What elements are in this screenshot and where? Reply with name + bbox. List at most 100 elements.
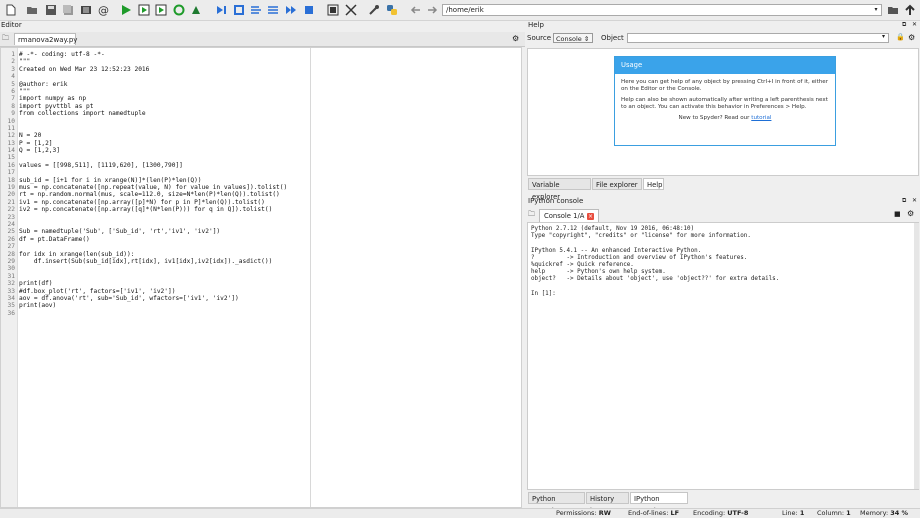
line-number: 1 [11, 51, 15, 58]
code-line[interactable]: 23 [1, 214, 521, 221]
chevron-down-icon[interactable]: ▾ [872, 5, 880, 15]
code-line[interactable]: 14 Q = [1,2,3] [1, 147, 521, 154]
code-line[interactable]: 7 import numpy as np [1, 95, 521, 102]
code-line[interactable]: 36 [1, 310, 521, 317]
step-into-icon[interactable] [233, 4, 245, 16]
code-line[interactable]: 6 """ [1, 88, 521, 95]
save-icon[interactable] [45, 4, 57, 16]
step-icon[interactable] [215, 4, 227, 16]
step-return-icon[interactable] [250, 4, 262, 16]
lock-icon[interactable]: 🔒 [896, 33, 905, 41]
code-line[interactable]: 31 [1, 273, 521, 280]
working-directory-value: /home/erik [446, 6, 484, 14]
back-icon[interactable] [410, 4, 422, 16]
fullscreen-icon[interactable] [345, 4, 357, 16]
line-number: 15 [7, 154, 15, 162]
usage-title: Usage [615, 57, 835, 74]
code-line[interactable]: 18 sub_id = [i+1 for i in xrange(N)]*(len… [1, 177, 521, 184]
code-line[interactable]: 35 print(aov) [1, 302, 521, 309]
code-lines[interactable]: 1 # -*- coding: utf-8 -*- 2 """ 3 Created on … [1, 51, 521, 317]
close-console-icon[interactable]: × [587, 213, 594, 220]
code-line[interactable]: 25 Sub = namedtuple('Sub', ['Sub_id', 'rt… [1, 228, 521, 235]
code-line[interactable]: 16 values = [[998,511], [1119,620], [1300… [1, 162, 521, 169]
gear-icon[interactable]: ⚙ [908, 33, 915, 42]
browse-folder-icon[interactable] [887, 4, 899, 16]
code-line[interactable]: 4 [1, 73, 521, 80]
run-cell-icon[interactable] [155, 4, 167, 16]
open-folder-icon[interactable] [26, 4, 38, 16]
tab-console-1a[interactable]: Console 1/A × [539, 209, 599, 222]
line-number: 24 [7, 220, 15, 228]
code-line[interactable]: 20 rt = np.random.normal(mus, scale=112.0… [1, 191, 521, 198]
run-icon[interactable] [120, 4, 132, 16]
undock-icon[interactable]: ⧉ [902, 197, 906, 205]
tab-rmanova2way[interactable]: rmanova2way.py [14, 33, 77, 45]
stop-console-icon[interactable]: ■ [894, 210, 901, 218]
help-sourcebar: Source Console ⇕ Object ▾ 🔒 ⚙ [527, 31, 920, 47]
code-line[interactable]: 15 [1, 154, 521, 161]
wrench-icon[interactable] [368, 4, 380, 16]
at-icon[interactable]: @ [97, 4, 109, 16]
code-line[interactable]: 11 [1, 125, 521, 132]
tab-help[interactable]: Help [643, 178, 664, 190]
code-line[interactable]: 17 [1, 169, 521, 176]
list-icon[interactable] [80, 4, 92, 16]
tab-history-log[interactable]: History log [586, 492, 629, 515]
tab-variable-explorer[interactable]: Variable explorer [528, 178, 591, 201]
code-line[interactable]: 10 [1, 118, 521, 125]
code-line[interactable]: 22 iv2 = np.concatenate([np.array([q]*(N*… [1, 206, 521, 213]
rerun-icon[interactable] [173, 4, 185, 16]
code-line[interactable]: 32 print(df) [1, 280, 521, 287]
python-icon[interactable] [386, 4, 398, 16]
tutorial-link[interactable]: tutorial [751, 115, 771, 121]
fast-forward-icon[interactable] [285, 4, 297, 16]
forward-icon[interactable] [426, 4, 438, 16]
new-file-icon[interactable] [5, 4, 17, 16]
console-scrollbar[interactable] [914, 223, 919, 489]
close-icon[interactable]: ✕ [912, 197, 917, 204]
browse-tabs-icon[interactable]: 🗀 [528, 210, 535, 221]
code-line[interactable]: 33 #df.box_plot('rt', factors=['iv1', 'iv… [1, 288, 521, 295]
code-line[interactable]: 3 Created on Wed Mar 23 12:52:23 2016 [1, 66, 521, 73]
code-line[interactable]: 24 [1, 221, 521, 228]
up-arrow-icon[interactable] [904, 4, 916, 16]
run-file-icon[interactable] [138, 4, 150, 16]
line-text: """ [19, 87, 31, 95]
tab-ipython-console[interactable]: IPython console [630, 492, 688, 515]
close-icon[interactable]: ✕ [912, 21, 917, 28]
debug-icon[interactable] [190, 4, 202, 16]
code-line[interactable]: 30 [1, 265, 521, 272]
gear-icon[interactable]: ⚙ [907, 209, 914, 218]
code-line[interactable]: 12 N = 20 [1, 132, 521, 139]
code-line[interactable]: 28 for idx in xrange(len(sub_id)): [1, 251, 521, 258]
line-text: for idx in xrange(len(sub_id)): [19, 250, 135, 258]
code-line[interactable]: 9 from collections import namedtuple [1, 110, 521, 117]
console-line: %quickref -> Quick reference. [531, 261, 634, 268]
stop-icon[interactable] [303, 4, 315, 16]
code-line[interactable]: 34 aov = df.anova('rt', sub='Sub_id', wfa… [1, 295, 521, 302]
object-input[interactable] [627, 33, 889, 43]
save-all-icon[interactable] [62, 4, 74, 16]
gear-icon[interactable]: ⚙ [512, 34, 519, 43]
undock-icon[interactable]: ⧉ [902, 21, 906, 29]
code-line[interactable]: 13 P = [1,2] [1, 140, 521, 147]
source-select[interactable]: Console ⇕ [553, 33, 593, 43]
chevron-down-icon[interactable]: ▾ [882, 33, 885, 40]
code-line[interactable]: 26 df = pt.DataFrame() [1, 236, 521, 243]
code-line[interactable]: 1 # -*- coding: utf-8 -*- [1, 51, 521, 58]
ipython-console-output[interactable]: Python 2.7.12 (default, Nov 19 2016, 06:… [527, 222, 919, 490]
browse-tabs-icon[interactable]: 🗀 [2, 34, 9, 45]
maximize-icon[interactable] [327, 4, 339, 16]
code-line[interactable]: 8 import pyvttbl as pt [1, 103, 521, 110]
continue-icon[interactable] [267, 4, 279, 16]
code-line[interactable]: 5 @author: erik [1, 81, 521, 88]
working-directory-input[interactable]: /home/erik [442, 4, 882, 16]
tab-file-explorer[interactable]: File explorer [592, 178, 642, 190]
code-line[interactable]: 27 [1, 243, 521, 250]
code-line[interactable]: 2 """ [1, 58, 521, 65]
tab-python-console[interactable]: Python console [528, 492, 585, 515]
code-line[interactable]: 21 iv1 = np.concatenate([np.array([p]*N) … [1, 199, 521, 206]
code-editor[interactable]: 1 # -*- coding: utf-8 -*- 2 """ 3 Created on … [0, 47, 522, 508]
code-line[interactable]: 19 mus = np.concatenate([np.repeat(value,… [1, 184, 521, 191]
code-line[interactable]: 29 df.insert(Sub(sub_id[idx],rt[idx], iv… [1, 258, 521, 265]
